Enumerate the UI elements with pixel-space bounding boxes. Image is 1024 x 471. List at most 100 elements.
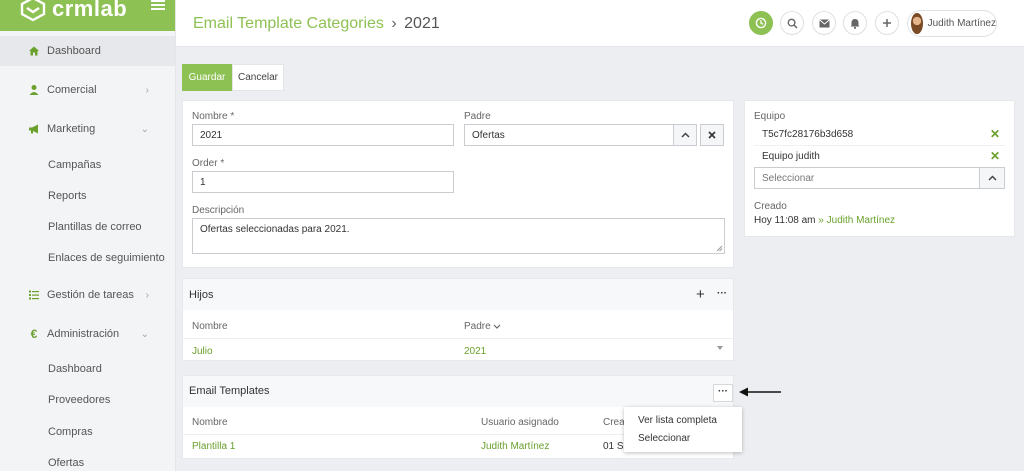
hijos-panel: Hijos + ··· Nombre Padre Julio 2021: [182, 278, 734, 361]
sidebar-item-marketing[interactable]: Marketing ⌄: [0, 114, 175, 144]
sidebar-item-administracion[interactable]: € Administración ⌄: [0, 319, 175, 349]
home-icon: [28, 45, 40, 57]
column-header-nombre[interactable]: Nombre: [192, 417, 228, 428]
sidebar-item-label: Administración: [47, 328, 120, 340]
sidebar-subitem-ofertas[interactable]: Ofertas: [48, 457, 84, 469]
email-icon[interactable]: [812, 11, 836, 35]
side-panel: Equipo T5c7fc28176b3d658 ✕ Equipo judith…: [744, 100, 1015, 237]
sidebar-subitem-compras[interactable]: Compras: [48, 426, 93, 438]
breadcrumb-current: 2021: [404, 15, 440, 32]
user-menu[interactable]: Judith Martínez: [907, 10, 997, 37]
avatar: [911, 13, 923, 34]
sidebar-item-label: Gestión de tareas: [47, 289, 134, 301]
team-select-input[interactable]: Seleccionar: [754, 167, 980, 189]
column-header-label: Padre: [464, 321, 491, 332]
close-icon: [708, 131, 716, 139]
breadcrumb-parent[interactable]: Email Template Categories: [193, 15, 384, 32]
descripcion-label: Descripción: [192, 205, 245, 216]
creado-value: Hoy 11:08 am » Judith Martínez: [754, 215, 895, 226]
divider: [183, 338, 733, 339]
template-nombre-link[interactable]: Plantilla 1: [192, 441, 235, 452]
padre-select-button[interactable]: [673, 124, 697, 146]
chevron-down-icon: ⌄: [140, 123, 149, 135]
email-templates-title: Email Templates: [189, 385, 270, 397]
template-usuario-link[interactable]: Judith Martínez: [481, 441, 549, 452]
user-icon: [28, 84, 40, 96]
creado-sep: »: [818, 215, 824, 226]
hijo-nombre-link[interactable]: Julio: [192, 346, 213, 357]
more-options-icon[interactable]: ···: [717, 288, 727, 299]
order-label: Order *: [192, 158, 225, 169]
chevron-down-icon: [494, 324, 501, 329]
hijo-padre-link[interactable]: 2021: [464, 346, 486, 357]
divider: [754, 145, 1005, 146]
search-icon[interactable]: [780, 11, 804, 35]
save-button[interactable]: Guardar: [182, 64, 232, 91]
tasks-icon: [28, 289, 40, 301]
main-form-panel: Nombre * 2021 Padre Ofertas Order * 1 De…: [182, 100, 734, 268]
sidebar-subitem-reports[interactable]: Reports: [48, 190, 87, 202]
sidebar-item-label: Marketing: [47, 123, 96, 135]
add-icon[interactable]: +: [696, 286, 705, 303]
sidebar-item-comercial[interactable]: Comercial ›: [0, 75, 175, 105]
sidebar-subitem-enlaces[interactable]: Enlaces de seguimiento: [48, 252, 165, 264]
column-header-creado[interactable]: Crea: [603, 417, 625, 428]
sidebar-subitem-proveedores[interactable]: Proveedores: [48, 394, 110, 406]
sidebar: crmlab Dashboard Comercial › Marketing ⌄…: [0, 0, 176, 471]
menu-toggle-icon[interactable]: [151, 0, 165, 10]
brand-name: crmlab: [52, 0, 128, 21]
arrow-annotation-icon: [739, 387, 781, 397]
team-select-button[interactable]: [979, 167, 1005, 189]
column-header-usuario[interactable]: Usuario asignado: [481, 417, 559, 428]
order-input[interactable]: 1: [192, 171, 454, 193]
chevron-down-icon: ⌄: [140, 328, 149, 340]
cancel-button[interactable]: Cancelar: [232, 64, 284, 91]
options-dropdown-menu: Ver lista completa Seleccionar: [624, 407, 742, 452]
top-header: Email Template Categories › 2021 Judith …: [176, 0, 1024, 47]
creado-time: Hoy 11:08 am: [754, 215, 816, 226]
equipo-label: Equipo: [754, 111, 786, 122]
sidebar-subitem-dashboard[interactable]: Dashboard: [48, 363, 102, 375]
sidebar-item-gestion-tareas[interactable]: Gestión de tareas ›: [0, 280, 175, 310]
chevron-up-icon: [987, 175, 997, 181]
resize-handle-icon[interactable]: [716, 245, 723, 252]
column-header-padre[interactable]: Padre: [464, 321, 501, 332]
hijos-title: Hijos: [189, 289, 214, 301]
sidebar-subitem-plantillas[interactable]: Plantillas de correo: [48, 221, 142, 233]
nombre-input[interactable]: 2021: [192, 124, 454, 146]
bell-icon[interactable]: [843, 11, 867, 35]
euro-icon: €: [30, 327, 38, 341]
descripcion-textarea[interactable]: Ofertas seleccionadas para 2021.: [192, 218, 725, 254]
user-name: Judith Martínez: [927, 18, 996, 29]
add-icon[interactable]: [875, 11, 899, 35]
padre-label: Padre: [464, 111, 491, 122]
logo-bar: crmlab: [0, 0, 175, 31]
hijos-header: [183, 279, 733, 310]
sidebar-item-label: Comercial: [47, 84, 97, 96]
nombre-label: Nombre *: [192, 111, 235, 122]
clock-icon[interactable]: [749, 11, 773, 35]
menu-item-ver-lista[interactable]: Ver lista completa: [638, 415, 717, 426]
page-title: Email Template Categories › 2021: [193, 15, 440, 33]
sidebar-subitem-campanas[interactable]: Campañas: [48, 159, 101, 171]
creado-user-link[interactable]: Judith Martínez: [827, 215, 895, 226]
team-tag: T5c7fc28176b3d658: [762, 129, 854, 140]
menu-item-seleccionar[interactable]: Seleccionar: [638, 433, 690, 444]
padre-clear-button[interactable]: [700, 124, 724, 146]
creado-label: Creado: [754, 201, 787, 212]
chevron-up-icon: [680, 132, 690, 138]
chevron-right-icon: ›: [145, 84, 149, 96]
sidebar-item-dashboard[interactable]: Dashboard: [0, 36, 175, 66]
crmlab-logo-icon: [20, 0, 46, 21]
sidebar-item-label: Dashboard: [47, 45, 101, 57]
megaphone-icon: [28, 123, 40, 135]
column-header-nombre[interactable]: Nombre: [192, 321, 228, 332]
padre-input[interactable]: Ofertas: [464, 124, 674, 146]
remove-team-icon[interactable]: ✕: [990, 127, 1000, 141]
team-tag: Equipo judith: [762, 151, 820, 162]
row-caret-icon[interactable]: [717, 346, 723, 350]
more-options-button[interactable]: ···: [713, 384, 733, 402]
chevron-right-icon: ›: [145, 289, 149, 301]
remove-team-icon[interactable]: ✕: [990, 149, 1000, 163]
breadcrumb-separator: ›: [391, 15, 397, 32]
